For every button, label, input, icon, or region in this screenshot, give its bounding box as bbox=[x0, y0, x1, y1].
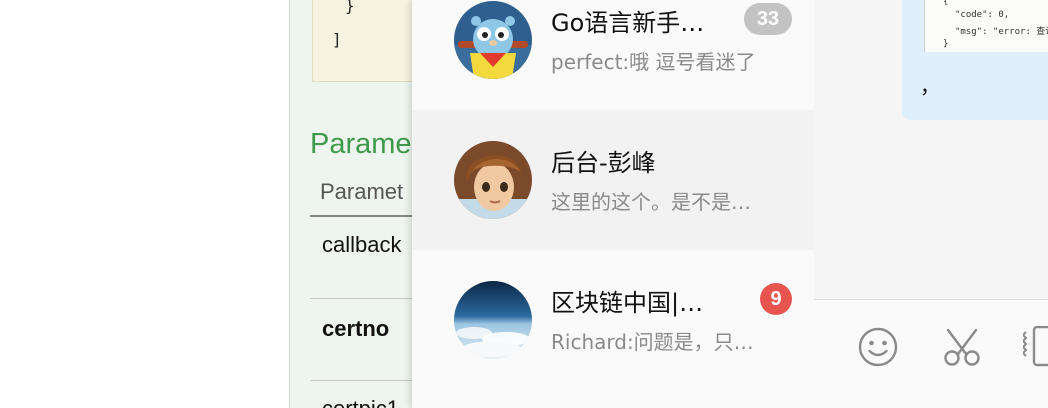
unread-count-badge: 9 bbox=[760, 283, 792, 315]
chat-list-item[interactable]: 区块链中国|… Richard:问题是，只… 9 bbox=[412, 250, 814, 390]
chat-preview: Richard:问题是，只… bbox=[551, 330, 754, 354]
json-line: } bbox=[943, 39, 949, 49]
doc-page-background: } ] Parame Paramet callback certno certp… bbox=[289, 0, 419, 408]
emoji-icon[interactable] bbox=[857, 326, 899, 372]
conversation-pane: { "code": 0, "msg": "error: 查询 } ， bbox=[814, 0, 1048, 408]
chat-preview: perfect:哦 逗号看迷了 bbox=[551, 50, 756, 74]
doc-row-divider bbox=[310, 380, 419, 381]
chat-name: Go语言新手… bbox=[551, 9, 705, 37]
code-line: } bbox=[345, 0, 355, 15]
gopher-avatar-icon bbox=[454, 1, 532, 79]
doc-row-divider bbox=[310, 298, 419, 299]
chat-name: 后台-彭峰 bbox=[551, 149, 656, 177]
json-line: "msg": "error: 查询 bbox=[955, 27, 1048, 37]
message-bubble[interactable]: { "code": 0, "msg": "error: 查询 } ， bbox=[902, 0, 1048, 120]
message-screenshot: { "code": 0, "msg": "error: 查询 } bbox=[924, 0, 1048, 52]
json-line: "code": 0, bbox=[955, 10, 1010, 20]
chat-list-item[interactable]: Go语言新手… perfect:哦 逗号看迷了 33 bbox=[412, 0, 814, 110]
earth-clouds-avatar-icon bbox=[454, 281, 532, 359]
scissors-icon[interactable] bbox=[940, 326, 984, 372]
doc-table-header-divider bbox=[310, 215, 419, 217]
unread-count-badge: 33 bbox=[744, 3, 792, 35]
doc-table-header: Paramet bbox=[320, 179, 404, 204]
chat-name: 区块链中国|… bbox=[551, 289, 704, 317]
doc-table-cell: callback bbox=[322, 232, 402, 257]
phone-vibrate-icon[interactable] bbox=[1021, 325, 1048, 372]
code-block: } ] bbox=[312, 0, 419, 82]
doc-table-cell: certpic1 bbox=[322, 396, 399, 408]
chat-list-item[interactable]: 后台-彭峰 这里的这个。是不是… bbox=[412, 110, 814, 250]
code-line: ] bbox=[332, 30, 342, 49]
message-text: ， bbox=[920, 74, 940, 98]
chat-preview: 这里的这个。是不是… bbox=[551, 190, 751, 214]
json-line: { bbox=[943, 0, 949, 7]
doc-section-heading: Parame bbox=[310, 128, 412, 160]
anime-boy-avatar-icon bbox=[454, 141, 532, 219]
chat-list-panel: Go语言新手… perfect:哦 逗号看迷了 33 后台-彭峰 这里的这个。是… bbox=[412, 0, 814, 408]
message-input-toolbar bbox=[814, 300, 1048, 408]
doc-table-cell: certno bbox=[322, 316, 390, 341]
